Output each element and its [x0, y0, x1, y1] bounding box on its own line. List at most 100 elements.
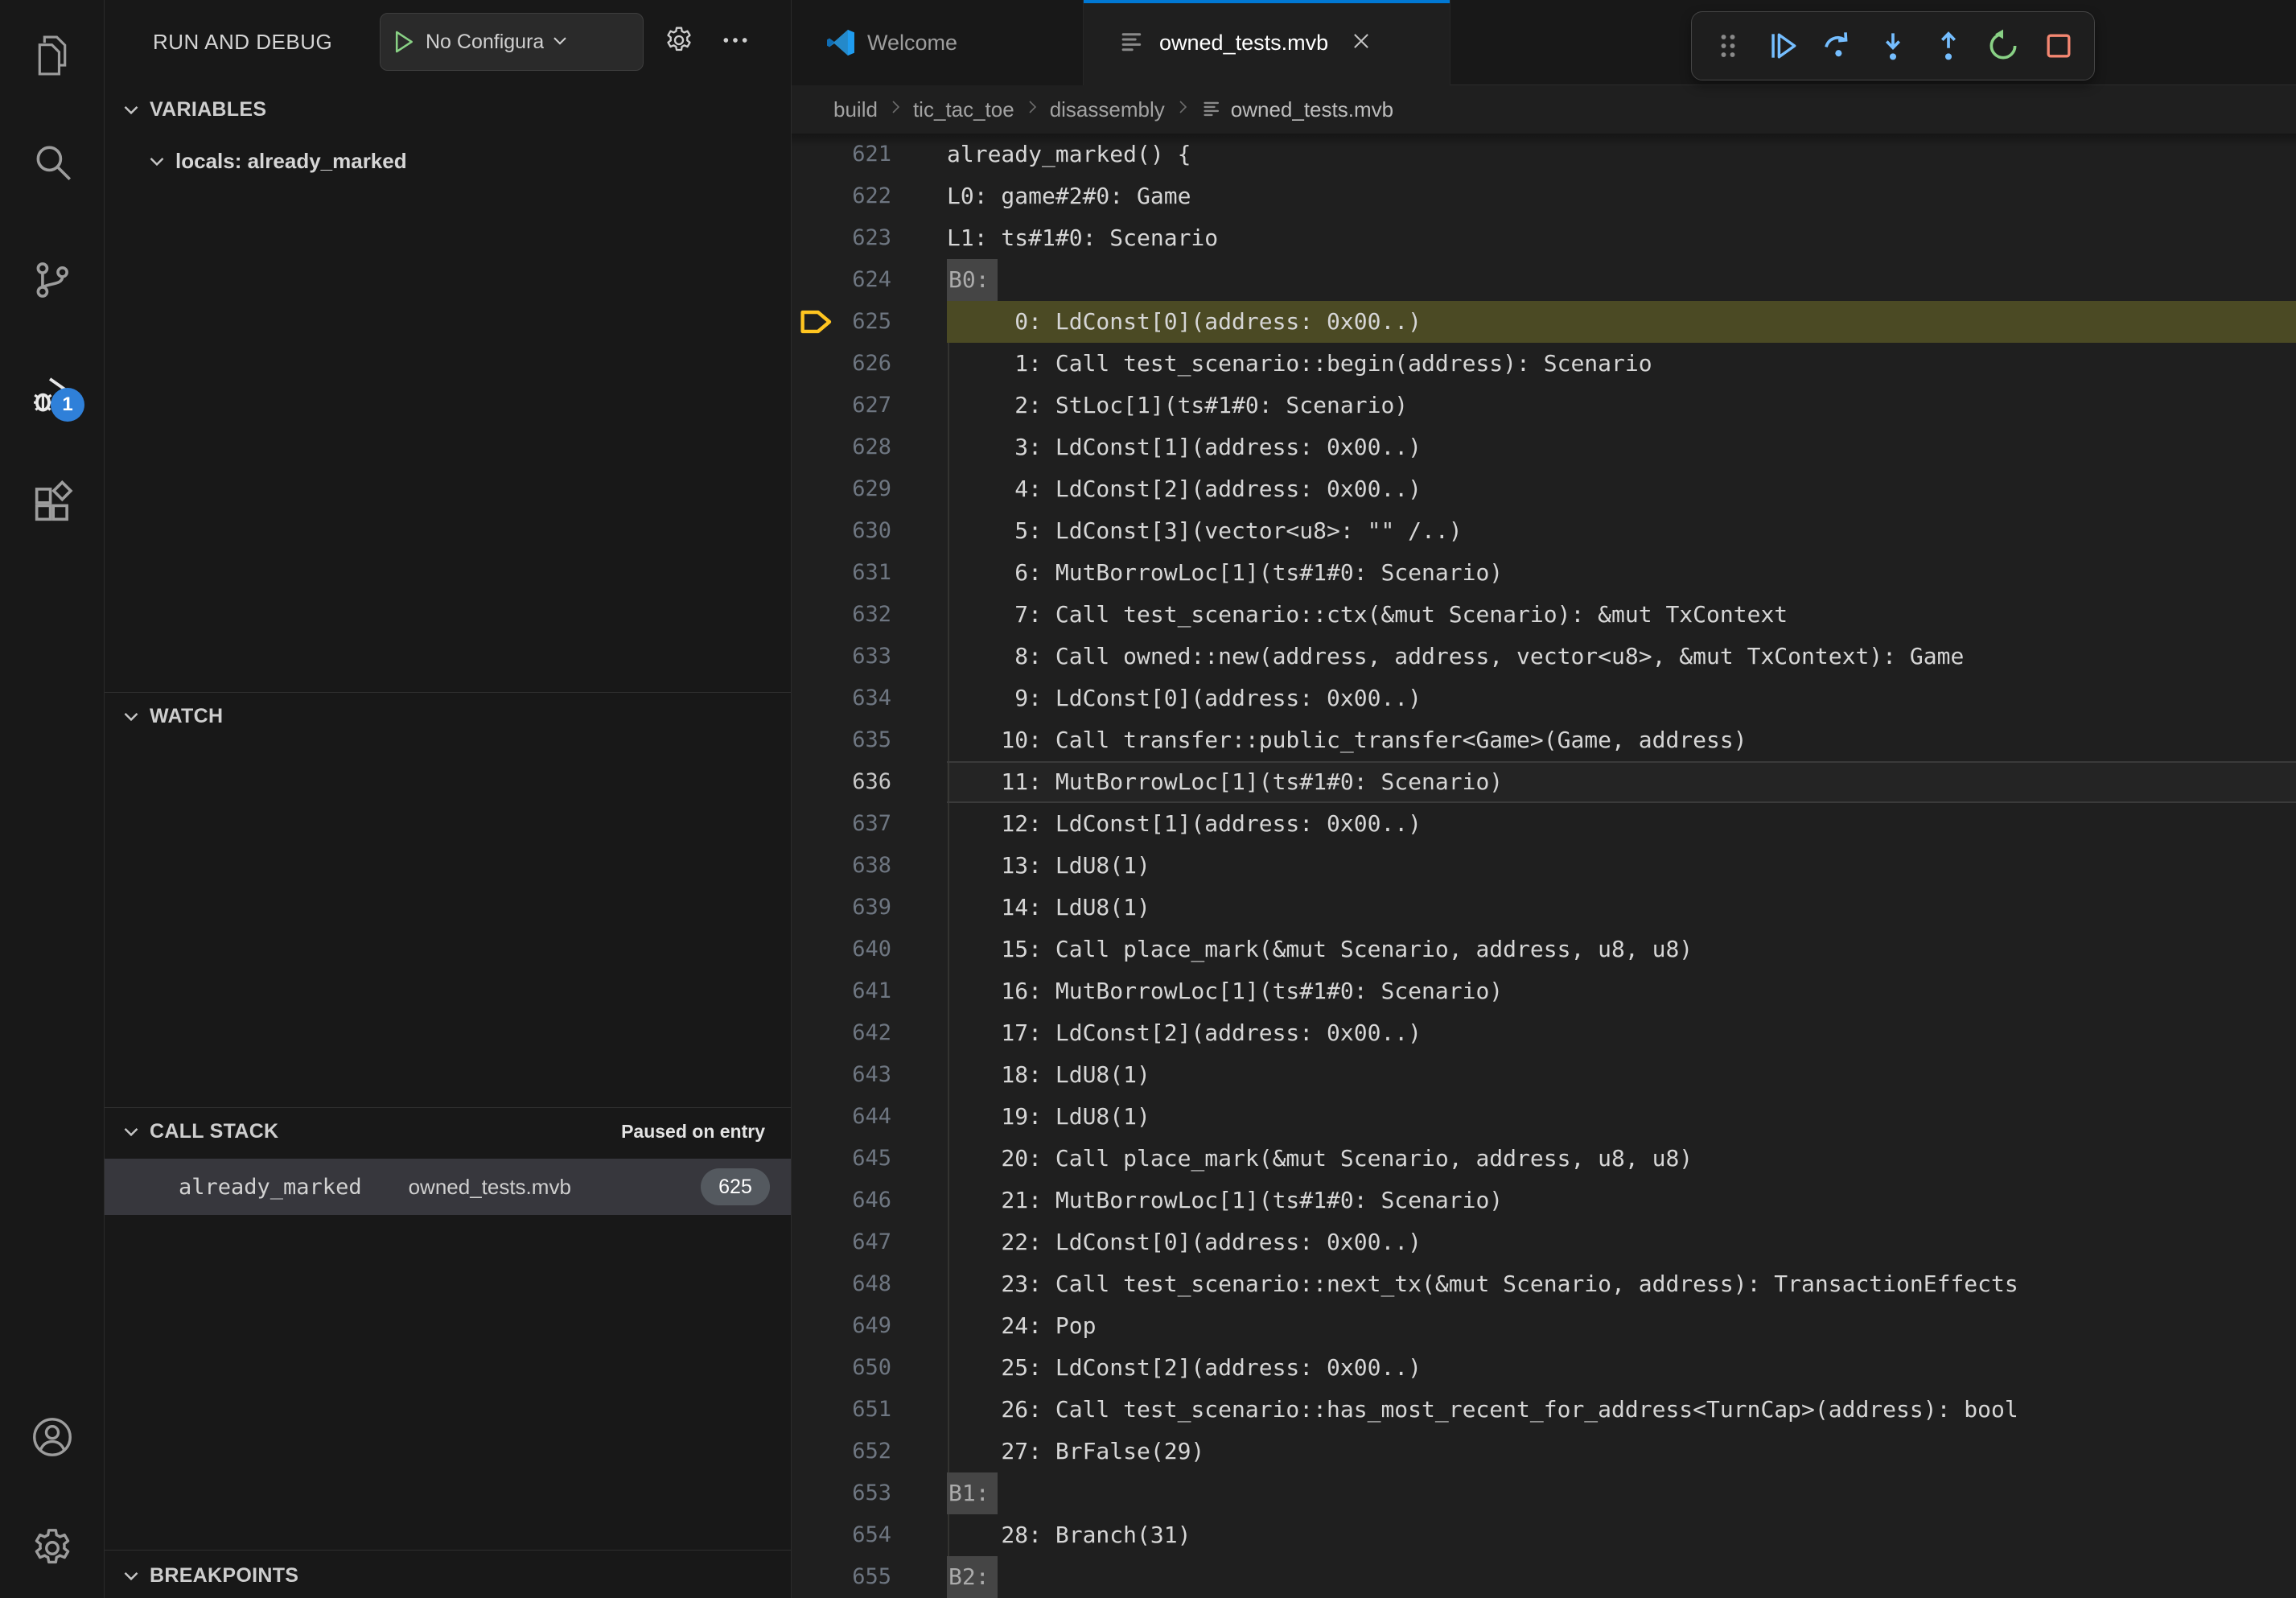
line-text[interactable]: 23: Call test_scenario::next_tx(&mut Sce…: [947, 1263, 2018, 1305]
line-text[interactable]: B2:: [947, 1556, 998, 1598]
code-line[interactable]: 629 4: LdConst[2](address: 0x00..): [792, 468, 2296, 510]
toolbar-drag-handle[interactable]: [1709, 27, 1747, 65]
line-text[interactable]: B0:: [947, 259, 998, 301]
line-text[interactable]: L1: ts#1#0: Scenario: [947, 217, 1218, 259]
line-text[interactable]: 7: Call test_scenario::ctx(&mut Scenario…: [947, 594, 1788, 636]
line-text[interactable]: 27: BrFalse(29): [947, 1431, 1204, 1472]
account-button[interactable]: [27, 1413, 78, 1464]
line-text[interactable]: 9: LdConst[0](address: 0x00..): [947, 678, 1422, 719]
code-line[interactable]: 640 15: Call place_mark(&mut Scenario, a…: [792, 929, 2296, 970]
line-text[interactable]: 22: LdConst[0](address: 0x00..): [947, 1221, 1422, 1263]
debug-configuration-dropdown[interactable]: No Configura: [380, 13, 644, 71]
line-text[interactable]: 2: StLoc[1](ts#1#0: Scenario): [947, 385, 1408, 426]
line-text[interactable]: 16: MutBorrowLoc[1](ts#1#0: Scenario): [947, 970, 1503, 1012]
line-number[interactable]: 627: [792, 385, 891, 426]
code-line[interactable]: 623L1: ts#1#0: Scenario: [792, 217, 2296, 259]
line-number[interactable]: 644: [792, 1096, 891, 1138]
line-text[interactable]: 26: Call test_scenario::has_most_recent_…: [947, 1389, 2018, 1431]
code-line[interactable]: 646 21: MutBorrowLoc[1](ts#1#0: Scenario…: [792, 1180, 2296, 1221]
call-stack-frame-row[interactable]: already_marked owned_tests.mvb 625: [105, 1159, 791, 1215]
code-line[interactable]: 626 1: Call test_scenario::begin(address…: [792, 343, 2296, 385]
line-number[interactable]: 643: [792, 1054, 891, 1096]
breadcrumb-item[interactable]: build: [833, 97, 878, 122]
settings-button[interactable]: [27, 1524, 78, 1575]
line-number[interactable]: 645: [792, 1138, 891, 1180]
locals-scope-row[interactable]: locals: already_marked: [105, 138, 791, 183]
code-line[interactable]: 641 16: MutBorrowLoc[1](ts#1#0: Scenario…: [792, 970, 2296, 1012]
line-number[interactable]: 624: [792, 259, 891, 301]
step-over-button[interactable]: [1819, 27, 1858, 65]
code-line[interactable]: 653B1:: [792, 1472, 2296, 1514]
line-number[interactable]: 646: [792, 1180, 891, 1221]
line-text[interactable]: 14: LdU8(1): [947, 887, 1150, 929]
code-line[interactable]: 630 5: LdConst[3](vector<u8>: "" /..): [792, 510, 2296, 552]
line-text[interactable]: 4: LdConst[2](address: 0x00..): [947, 468, 1422, 510]
code-line[interactable]: 634 9: LdConst[0](address: 0x00..): [792, 678, 2296, 719]
code-line[interactable]: 627 2: StLoc[1](ts#1#0: Scenario): [792, 385, 2296, 426]
line-text[interactable]: 18: LdU8(1): [947, 1054, 1150, 1096]
explorer-button[interactable]: [27, 31, 78, 83]
restart-button[interactable]: [1984, 27, 2022, 65]
code-line[interactable]: 648 23: Call test_scenario::next_tx(&mut…: [792, 1263, 2296, 1305]
code-line[interactable]: 625 0: LdConst[0](address: 0x00..): [792, 301, 2296, 343]
line-number[interactable]: 642: [792, 1012, 891, 1054]
code-line[interactable]: 638 13: LdU8(1): [792, 845, 2296, 887]
line-text[interactable]: 15: Call place_mark(&mut Scenario, addre…: [947, 929, 1693, 970]
code-line[interactable]: 647 22: LdConst[0](address: 0x00..): [792, 1221, 2296, 1263]
debug-settings-button[interactable]: [661, 24, 697, 60]
line-number[interactable]: 630: [792, 510, 891, 552]
code-line[interactable]: 624 B0:: [792, 259, 2296, 301]
line-text[interactable]: L0: game#2#0: Game: [947, 175, 1191, 217]
line-text[interactable]: 13: LdU8(1): [947, 845, 1150, 887]
line-number[interactable]: 622: [792, 175, 891, 217]
code-line[interactable]: 631 6: MutBorrowLoc[1](ts#1#0: Scenario): [792, 552, 2296, 594]
line-text[interactable]: 0: LdConst[0](address: 0x00..): [947, 301, 1422, 343]
line-number[interactable]: 639: [792, 887, 891, 929]
line-number[interactable]: 641: [792, 970, 891, 1012]
code-line[interactable]: 636 11: MutBorrowLoc[1](ts#1#0: Scenario…: [792, 761, 2296, 803]
line-text[interactable]: 3: LdConst[1](address: 0x00..): [947, 426, 1422, 468]
line-number[interactable]: 655: [792, 1556, 891, 1598]
line-text[interactable]: 1: Call test_scenario::begin(address): S…: [947, 343, 1652, 385]
line-number[interactable]: 652: [792, 1431, 891, 1472]
line-text[interactable]: 21: MutBorrowLoc[1](ts#1#0: Scenario): [947, 1180, 1503, 1221]
line-number[interactable]: 650: [792, 1347, 891, 1389]
code-line[interactable]: 651 26: Call test_scenario::has_most_rec…: [792, 1389, 2296, 1431]
source-control-button[interactable]: [27, 256, 78, 307]
line-number[interactable]: 631: [792, 552, 891, 594]
breakpoints-section-header[interactable]: BREAKPOINTS: [105, 1553, 791, 1598]
code-line[interactable]: 645 20: Call place_mark(&mut Scenario, a…: [792, 1138, 2296, 1180]
line-text[interactable]: 25: LdConst[2](address: 0x00..): [947, 1347, 1422, 1389]
line-number[interactable]: 640: [792, 929, 891, 970]
line-text[interactable]: 5: LdConst[3](vector<u8>: "" /..): [947, 510, 1463, 552]
close-icon[interactable]: [1349, 29, 1376, 56]
line-number[interactable]: 628: [792, 426, 891, 468]
line-text[interactable]: 8: Call owned::new(address, address, vec…: [947, 636, 1964, 678]
code-line[interactable]: 652 27: BrFalse(29): [792, 1431, 2296, 1472]
step-out-button[interactable]: [1929, 27, 1968, 65]
code-line[interactable]: 654 28: Branch(31): [792, 1514, 2296, 1556]
code-line[interactable]: 637 12: LdConst[1](address: 0x00..): [792, 803, 2296, 845]
code-line[interactable]: 649 24: Pop: [792, 1305, 2296, 1347]
breadcrumb-item[interactable]: disassembly: [1050, 97, 1165, 122]
code-line[interactable]: 650 25: LdConst[2](address: 0x00..): [792, 1347, 2296, 1389]
code-line[interactable]: 639 14: LdU8(1): [792, 887, 2296, 929]
continue-button[interactable]: [1763, 27, 1802, 65]
code-line[interactable]: 644 19: LdU8(1): [792, 1096, 2296, 1138]
start-debug-icon[interactable]: [381, 28, 426, 56]
line-number[interactable]: 621: [792, 134, 891, 175]
line-number[interactable]: 653: [792, 1472, 891, 1514]
watch-section-header[interactable]: WATCH: [105, 694, 791, 739]
line-number[interactable]: 629: [792, 468, 891, 510]
step-into-button[interactable]: [1874, 27, 1912, 65]
extensions-button[interactable]: [27, 480, 78, 531]
line-text[interactable]: 28: Branch(31): [947, 1514, 1191, 1556]
breadcrumb-item[interactable]: tic_tac_toe: [913, 97, 1014, 122]
code-line[interactable]: 621 already_marked() {: [792, 134, 2296, 175]
line-text[interactable]: 19: LdU8(1): [947, 1096, 1150, 1138]
tab-owned-tests[interactable]: owned_tests.mvb: [1084, 0, 1450, 85]
line-number[interactable]: 636: [792, 761, 891, 803]
line-text[interactable]: already_marked() {: [947, 134, 1191, 175]
code-line[interactable]: 642 17: LdConst[2](address: 0x00..): [792, 1012, 2296, 1054]
code-line[interactable]: 655 B2:: [792, 1556, 2296, 1598]
